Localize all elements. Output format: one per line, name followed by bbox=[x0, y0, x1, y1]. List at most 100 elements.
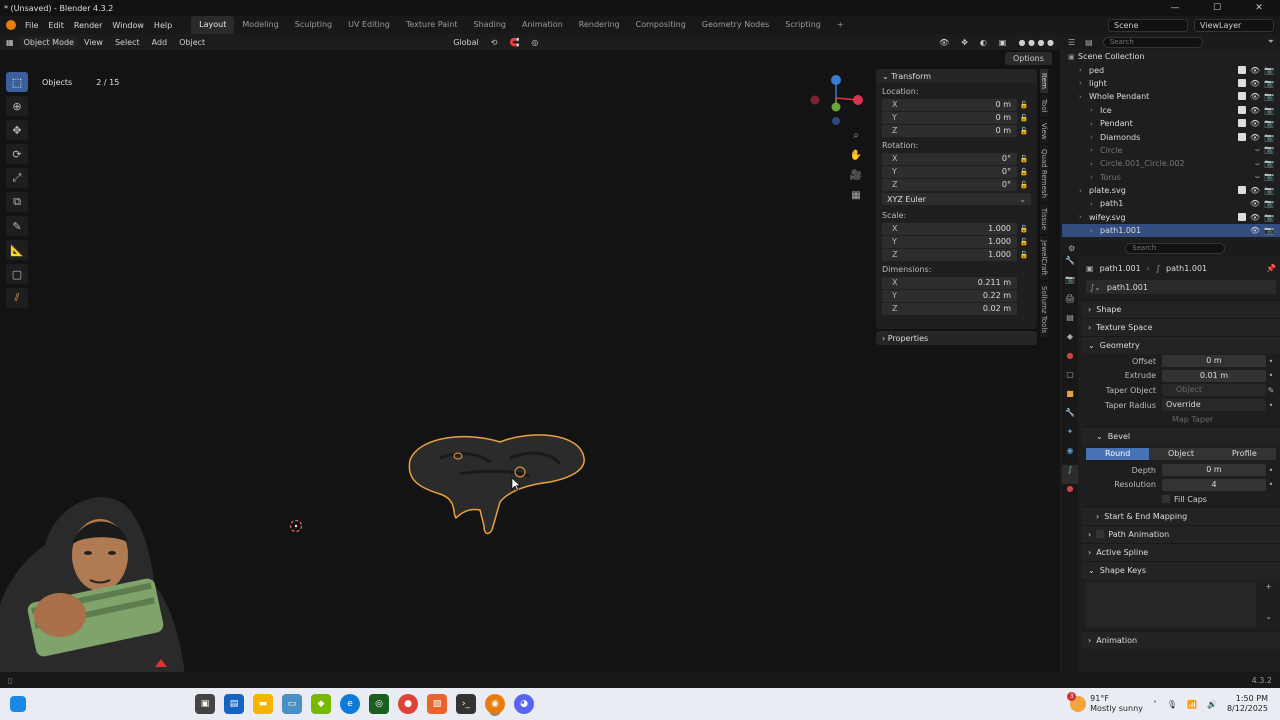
menu-help[interactable]: Help bbox=[149, 21, 177, 30]
menu-view[interactable]: View bbox=[78, 38, 109, 47]
depth-field[interactable]: 0 m bbox=[1162, 464, 1266, 477]
visibility-eye-icon[interactable]: 👁 bbox=[1250, 186, 1260, 195]
render-camera-icon[interactable]: 📷 bbox=[1264, 106, 1274, 115]
bevel-mode-round[interactable]: Round bbox=[1086, 447, 1150, 460]
lock-icon[interactable]: 🔓 bbox=[1017, 155, 1031, 163]
tab-compositing[interactable]: Compositing bbox=[628, 16, 694, 34]
blender-taskbar-icon[interactable]: ◉ bbox=[485, 694, 505, 714]
menu-render[interactable]: Render bbox=[69, 21, 107, 30]
outliner-row[interactable]: › Ice 👁 📷 bbox=[1062, 104, 1280, 117]
render-camera-icon[interactable]: 📷 bbox=[1264, 66, 1274, 75]
chevron-up-icon[interactable]: ˄ bbox=[1153, 700, 1157, 709]
tab-uv-editing[interactable]: UV Editing bbox=[340, 16, 398, 34]
render-camera-icon[interactable]: 📷 bbox=[1264, 92, 1274, 101]
expand-arrow-icon[interactable]: › bbox=[1079, 187, 1089, 195]
menu-object[interactable]: Object bbox=[173, 38, 211, 47]
expand-arrow-icon[interactable]: › bbox=[1079, 93, 1089, 101]
particles-tab-icon[interactable]: ✦ bbox=[1062, 427, 1078, 446]
tab-shading[interactable]: Shading bbox=[465, 16, 514, 34]
render-camera-icon[interactable]: 📷 bbox=[1264, 213, 1274, 222]
tab-view[interactable]: View bbox=[1040, 118, 1048, 144]
tab-layout[interactable]: Layout bbox=[191, 16, 235, 34]
expand-arrow-icon[interactable]: › bbox=[1079, 79, 1089, 87]
scene-selector[interactable]: Scene bbox=[1108, 18, 1188, 32]
measure-tool-icon[interactable]: 📐 bbox=[6, 240, 28, 260]
lock-icon[interactable]: 🔓 bbox=[1017, 168, 1031, 176]
render-camera-icon[interactable]: 📷 bbox=[1264, 79, 1274, 88]
mode-selector[interactable]: Object Mode bbox=[19, 36, 78, 48]
offset-field[interactable]: 0 m bbox=[1162, 355, 1266, 368]
render-camera-icon[interactable]: 📷 bbox=[1264, 119, 1274, 128]
expand-arrow-icon[interactable]: › bbox=[1090, 200, 1100, 208]
physics-tab-icon[interactable]: ◉ bbox=[1062, 446, 1078, 465]
properties-editor-icon[interactable]: ⚙ bbox=[1068, 244, 1075, 253]
pan-hand-icon[interactable]: ✋ bbox=[846, 150, 866, 170]
visibility-eye-icon[interactable]: 👁 bbox=[1250, 199, 1260, 208]
exclude-checkbox[interactable] bbox=[1237, 119, 1246, 128]
rotation-z-field[interactable]: Z 0° bbox=[882, 178, 1017, 191]
properties-search-input[interactable] bbox=[1125, 242, 1226, 254]
visibility-eye-icon[interactable]: ⌣ bbox=[1255, 172, 1260, 182]
tab-tool[interactable]: Tool bbox=[1040, 94, 1048, 117]
expand-arrow-icon[interactable]: › bbox=[1090, 133, 1100, 141]
taper-object-field[interactable]: Object bbox=[1162, 384, 1266, 397]
app-orange-icon[interactable]: ▧ bbox=[427, 694, 447, 714]
render-camera-icon[interactable]: 📷 bbox=[1264, 186, 1274, 195]
outliner-row[interactable]: › ped 👁 📷 bbox=[1062, 63, 1280, 76]
output-tab-icon[interactable]: 🖨 bbox=[1062, 294, 1078, 313]
transform-tool-icon[interactable]: ⧉ bbox=[6, 192, 28, 212]
select-box-tool-icon[interactable]: ⬚ bbox=[6, 72, 28, 92]
viewport-options-button[interactable]: Options bbox=[1005, 52, 1052, 65]
tool-tab-icon[interactable]: 🔧 bbox=[1062, 256, 1078, 275]
active-spline-section-header[interactable]: › Active Spline bbox=[1082, 542, 1280, 561]
expand-arrow-icon[interactable]: › bbox=[1090, 173, 1100, 181]
collection-icon[interactable]: ▣ bbox=[1068, 53, 1078, 61]
exclude-checkbox[interactable] bbox=[1237, 65, 1246, 74]
outliner-row[interactable]: › Whole Pendant 👁 📷 bbox=[1062, 90, 1280, 103]
scale-z-field[interactable]: Z 1.000 bbox=[882, 248, 1017, 261]
edge-browser-icon[interactable]: e bbox=[340, 694, 360, 714]
tab-scripting[interactable]: Scripting bbox=[777, 16, 829, 34]
shape-keys-list[interactable]: + ⌄ bbox=[1086, 581, 1272, 628]
add-shape-key-icon[interactable]: + bbox=[1265, 582, 1272, 591]
visibility-eye-icon[interactable]: ⌣ bbox=[1255, 159, 1260, 169]
render-camera-icon[interactable]: 📷 bbox=[1264, 133, 1274, 142]
close-button[interactable]: ✕ bbox=[1238, 3, 1280, 13]
lock-icon[interactable]: 🔓 bbox=[1017, 181, 1031, 189]
nvidia-icon[interactable]: ◆ bbox=[311, 694, 331, 714]
menu-select[interactable]: Select bbox=[109, 38, 146, 47]
lock-icon[interactable]: 🔓 bbox=[1017, 114, 1031, 122]
bevel-section-header[interactable]: ⌄ Bevel bbox=[1082, 426, 1280, 445]
texture-space-section-header[interactable]: › Texture Space bbox=[1082, 318, 1280, 336]
cursor-tool-icon[interactable]: ⊕ bbox=[6, 96, 28, 116]
scale-tool-icon[interactable]: ⤢ bbox=[6, 168, 28, 188]
file-explorer-icon[interactable]: ▬ bbox=[253, 694, 273, 714]
menu-add[interactable]: Add bbox=[146, 38, 174, 47]
tab-modeling[interactable]: Modeling bbox=[234, 16, 286, 34]
bevel-mode-profile[interactable]: Profile bbox=[1212, 447, 1276, 460]
render-camera-icon[interactable]: 📷 bbox=[1264, 172, 1274, 182]
camera-view-icon[interactable]: 🎥 bbox=[846, 170, 866, 190]
exclude-checkbox[interactable] bbox=[1237, 186, 1246, 195]
tab-animation[interactable]: Animation bbox=[514, 16, 571, 34]
scene-tab-icon[interactable]: ◆ bbox=[1062, 332, 1078, 351]
maximize-button[interactable]: ☐ bbox=[1196, 3, 1238, 13]
object-tab-icon[interactable]: ■ bbox=[1062, 389, 1078, 408]
microphone-icon[interactable]: 🎙 bbox=[1167, 700, 1177, 709]
rotation-y-field[interactable]: Y 0° bbox=[882, 165, 1017, 178]
map-taper-checkbox[interactable]: Map Taper bbox=[1162, 415, 1213, 424]
location-x-field[interactable]: X0 m bbox=[882, 98, 1017, 111]
minimize-button[interactable]: — bbox=[1154, 3, 1196, 13]
modifier-tab-icon[interactable]: 🔧 bbox=[1062, 408, 1078, 427]
outliner-row[interactable]: › Circle ⌣ 📷 bbox=[1062, 144, 1280, 157]
visibility-icon[interactable]: 👁 bbox=[933, 38, 955, 47]
taper-radius-dropdown[interactable]: Override bbox=[1162, 399, 1266, 412]
world-tab-icon[interactable]: ● bbox=[1062, 351, 1078, 370]
task-view-icon[interactable]: ▣ bbox=[195, 694, 215, 714]
tab-quad-remesh[interactable]: Quad Remesh bbox=[1040, 145, 1048, 203]
shape-keys-section-header[interactable]: ⌄ Shape Keys bbox=[1082, 560, 1280, 579]
curve-data-tab-icon[interactable]: ∫ bbox=[1062, 465, 1078, 484]
selected-curve-object[interactable] bbox=[400, 430, 590, 540]
expand-arrow-icon[interactable]: › bbox=[1090, 160, 1100, 168]
shading-modes-icon[interactable]: ● ● ● ● bbox=[1012, 38, 1060, 47]
